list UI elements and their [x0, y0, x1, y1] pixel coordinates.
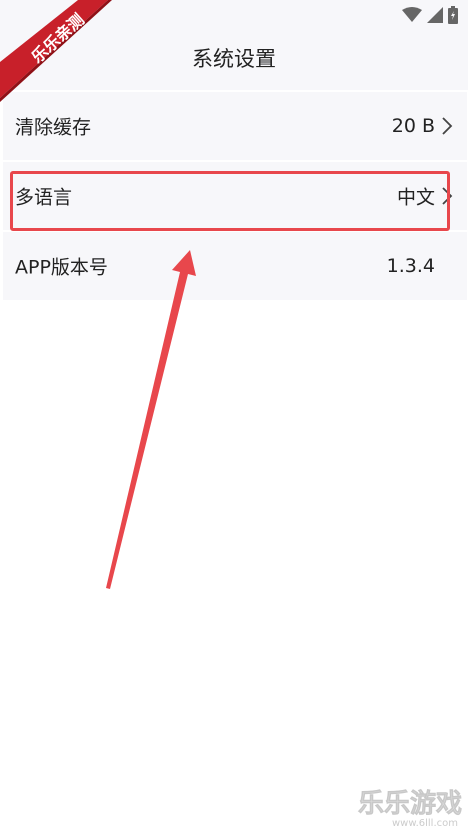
- status-icons: [402, 6, 458, 24]
- settings-row-app-version: APP版本号 1.3.4: [3, 232, 467, 302]
- clear-cache-label: 清除缓存: [15, 116, 92, 139]
- bottom-logo-watermark: 乐乐游戏 www.6lll.com: [334, 784, 464, 829]
- battery-icon: [448, 6, 458, 24]
- cellular-signal-icon: [427, 7, 443, 23]
- chevron-right-icon: [442, 117, 453, 135]
- app-version-label: APP版本号: [15, 256, 108, 279]
- cache-size-value: 20 B: [391, 115, 435, 137]
- corner-ribbon-watermark: 乐乐亲测: [0, 0, 120, 110]
- corner-ribbon-graphic: 乐乐亲测: [0, 0, 112, 102]
- settings-screen: 系统设置 清除缓存 20 B 多语言 中文 APP版本号 1.3.4 乐乐亲测 …: [0, 0, 468, 832]
- app-version-value: 1.3.4: [386, 255, 435, 277]
- bottom-logo-text: 乐乐游戏: [358, 789, 462, 819]
- bottom-logo-url: www.6lll.com: [392, 818, 458, 828]
- wifi-icon: [402, 7, 422, 22]
- highlight-annotation-box: [10, 171, 450, 231]
- bottom-logo-graphic: 乐乐游戏 www.6lll.com: [358, 789, 463, 829]
